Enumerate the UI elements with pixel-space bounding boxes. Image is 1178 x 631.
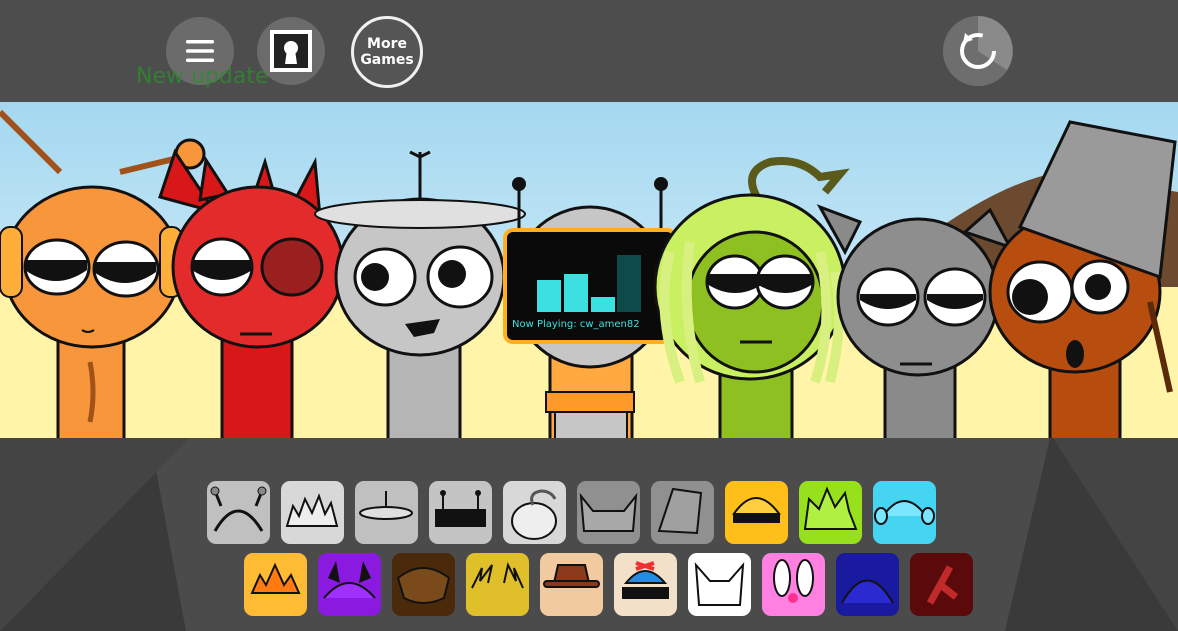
red-splat-icon (910, 553, 973, 616)
costume-slot-2[interactable] (281, 481, 344, 544)
costume-slot-11[interactable] (244, 553, 307, 616)
costume-tray-row-2 (244, 553, 973, 616)
costume-slot-16[interactable] (614, 553, 677, 616)
costume-slot-12[interactable] (318, 553, 381, 616)
costume-slot-8[interactable] (725, 481, 788, 544)
costume-slot-19[interactable] (836, 553, 899, 616)
sprout-head-icon (503, 481, 566, 544)
restart-icon (943, 16, 1013, 86)
blue-headphones-icon (873, 481, 936, 544)
yellow-visor-icon (725, 481, 788, 544)
brown-wig-icon (392, 553, 455, 616)
antenna-headphones-icon (207, 481, 270, 544)
costume-slot-6[interactable] (577, 481, 640, 544)
costume-slot-13[interactable] (392, 553, 455, 616)
purple-horns-icon (318, 553, 381, 616)
hamburger-menu-icon (186, 40, 214, 62)
costume-slot-10[interactable] (873, 481, 936, 544)
costume-slot-3[interactable] (355, 481, 418, 544)
brown-fedora-icon (540, 553, 603, 616)
floor-right-wall (1053, 438, 1178, 631)
costume-slot-17[interactable] (688, 553, 751, 616)
floor-left-wall (0, 438, 190, 631)
costume-slot-18[interactable] (762, 553, 825, 616)
bucket-hat-icon (651, 481, 714, 544)
now-playing-label: Now Playing: cw_amen82 (512, 319, 640, 330)
costume-slot-9[interactable] (799, 481, 862, 544)
propeller-cap-icon (614, 553, 677, 616)
spiky-hair-icon (281, 481, 344, 544)
saucer-hat-icon (355, 481, 418, 544)
tv-screen-icon (429, 481, 492, 544)
costume-slot-5[interactable] (503, 481, 566, 544)
new-update-label: New update (136, 64, 269, 89)
more-games-button[interactable]: More Games (351, 16, 423, 88)
bunny-ears-icon (762, 553, 825, 616)
cat-ears-icon (577, 481, 640, 544)
reset-button[interactable] (943, 16, 1013, 86)
lightning-hair-icon (466, 553, 529, 616)
green-spiky-hair-icon (799, 481, 862, 544)
white-cat-ears-icon (688, 553, 751, 616)
profile-button[interactable] (257, 17, 325, 85)
costume-slot-14[interactable] (466, 553, 529, 616)
costume-slot-1[interactable] (207, 481, 270, 544)
costume-slot-7[interactable] (651, 481, 714, 544)
dark-dome-icon (836, 553, 899, 616)
more-games-label: More Games (360, 36, 414, 68)
stage: Now Playing: cw_amen82 (0, 102, 1178, 438)
costume-slot-20[interactable] (910, 553, 973, 616)
keyhole-profile-icon (270, 30, 312, 72)
costume-tray-row-1 (207, 481, 936, 544)
costume-slot-4[interactable] (429, 481, 492, 544)
crown-burst-icon (244, 553, 307, 616)
costume-slot-15[interactable] (540, 553, 603, 616)
